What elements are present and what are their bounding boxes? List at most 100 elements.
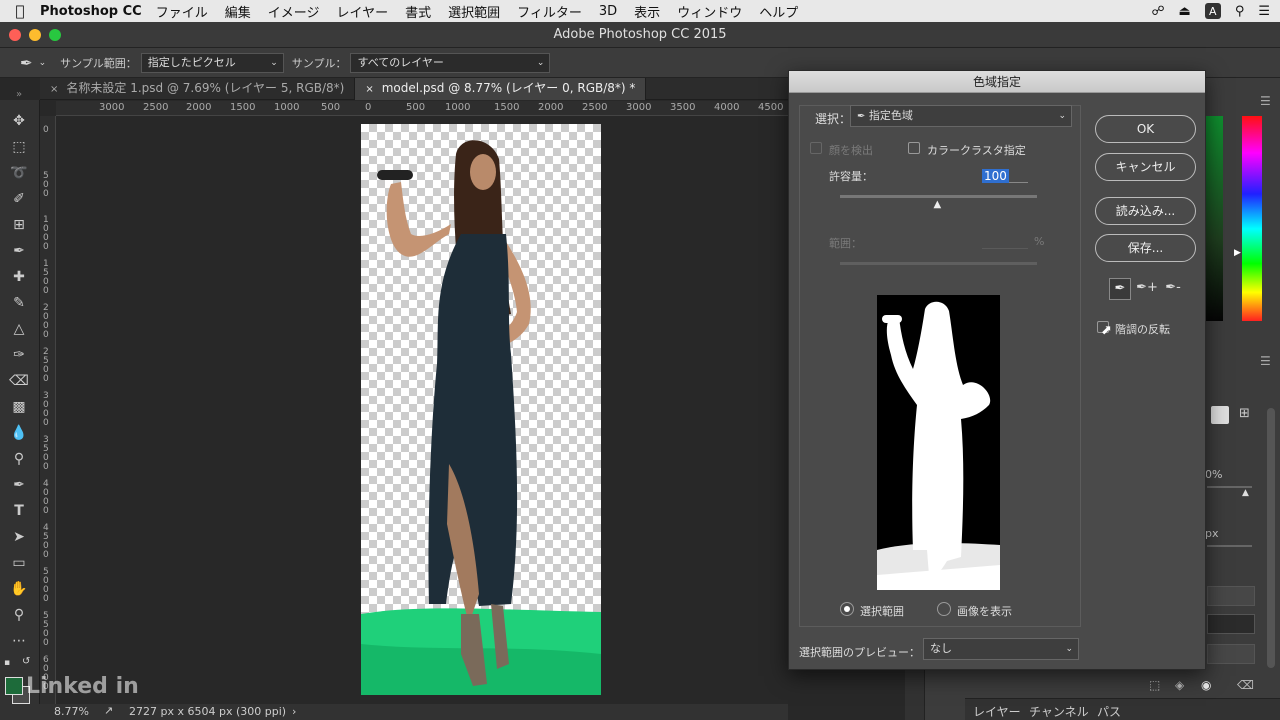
select-dropdown[interactable]: ✒ 指定色域 ⌄	[850, 105, 1072, 127]
default-colors-icon[interactable]: ▪	[4, 658, 10, 668]
panel-button[interactable]	[1207, 586, 1255, 606]
range-input[interactable]	[982, 233, 1028, 249]
history-brush-tool-icon[interactable]: ✑	[8, 345, 30, 365]
select-value: 指定色域	[868, 109, 913, 122]
zoom-tool-icon[interactable]: ⚲	[8, 605, 30, 625]
range-slider[interactable]	[840, 262, 1037, 265]
menu-select[interactable]: 選択範囲	[448, 2, 500, 21]
brush-tool-icon[interactable]: ✎	[8, 293, 30, 313]
cancel-button[interactable]: キャンセル	[1095, 153, 1196, 181]
save-button[interactable]: 保存...	[1095, 234, 1196, 262]
healing-brush-tool-icon[interactable]: ✚	[8, 267, 30, 287]
fuzziness-input[interactable]: 100	[982, 165, 1028, 183]
eraser-tool-icon[interactable]: ⌫	[8, 371, 30, 391]
eyedropper-tool-icon[interactable]: ✒	[20, 54, 33, 72]
radio-selection[interactable]	[840, 602, 854, 616]
pen-tool-icon[interactable]: ✒	[8, 475, 30, 495]
zoom-level[interactable]: 8.77%	[54, 705, 89, 718]
detect-faces-checkbox[interactable]	[810, 142, 822, 154]
status-menu-arrow[interactable]: ›	[292, 705, 296, 718]
sample-select[interactable]: すべてのレイヤー ⌄	[350, 52, 551, 73]
feather-slider[interactable]	[1207, 545, 1252, 547]
dotted-selection-icon[interactable]: ⬚	[1149, 678, 1160, 692]
path-select-tool-icon[interactable]: ➤	[8, 527, 30, 547]
eject-icon[interactable]: ⏏	[1179, 4, 1191, 19]
mask-icon[interactable]	[1211, 406, 1229, 424]
eyedropper-icon[interactable]: ✒	[1109, 278, 1131, 300]
panel-button[interactable]	[1207, 644, 1255, 664]
search-icon[interactable]: ⚲	[1235, 4, 1245, 19]
stamp-tool-icon[interactable]: △	[8, 319, 30, 339]
marquee-tool-icon[interactable]: ⬚	[8, 137, 30, 157]
tab-model[interactable]: × model.psd @ 8.77% (レイヤー 0, RGB/8*) *	[355, 78, 647, 100]
ruler-tick: 500	[406, 102, 426, 113]
gradient-tool-icon[interactable]: ▩	[8, 397, 30, 417]
menu-layer[interactable]: レイヤー	[336, 2, 388, 21]
panel-scrollbar[interactable]	[1267, 408, 1275, 668]
quick-select-tool-icon[interactable]: ✐	[8, 189, 30, 209]
input-source-icon[interactable]: A	[1204, 3, 1221, 19]
slider-handle-icon[interactable]: ▲	[1242, 488, 1249, 498]
color-range-dialog: 色域指定 選択： ✒ 指定色域 ⌄ 顔を検出 カラークラスタ指定 許容量： 100…	[788, 70, 1206, 670]
ruler-tick: 500	[321, 102, 341, 113]
menu-edit[interactable]: 編集	[225, 2, 251, 21]
fuzziness-slider[interactable]	[840, 195, 1037, 198]
panel-menu-icon[interactable]: ☰	[1260, 354, 1271, 368]
collapse-icon[interactable]: »	[8, 84, 30, 104]
menu-type[interactable]: 書式	[405, 2, 431, 21]
localized-clusters-checkbox[interactable]	[908, 142, 920, 154]
menu-help[interactable]: ヘルプ	[759, 2, 798, 21]
document-image[interactable]	[361, 124, 601, 695]
swap-colors-icon[interactable]: ↺	[22, 656, 30, 667]
load-button[interactable]: 読み込み...	[1095, 197, 1196, 225]
ruler-tick: 3 5 0 0	[43, 435, 49, 472]
slider-handle-icon[interactable]: ▶	[1234, 248, 1241, 258]
menu-view[interactable]: 表示	[634, 2, 660, 21]
move-tool-icon[interactable]: ✥	[8, 111, 30, 131]
selection-preview[interactable]	[877, 295, 1000, 590]
menu-3d[interactable]: 3D	[599, 4, 617, 19]
menu-file[interactable]: ファイル	[156, 2, 208, 21]
panel-menu-icon[interactable]: ☰	[1260, 94, 1271, 108]
radio-image[interactable]	[937, 602, 951, 616]
apple-icon[interactable]: 	[0, 2, 40, 20]
eye-icon[interactable]: ◉	[1201, 678, 1211, 692]
creative-cloud-icon[interactable]: ☍	[1151, 4, 1164, 19]
rectangle-tool-icon[interactable]: ▭	[8, 553, 30, 573]
tab-untitled[interactable]: × 名称未設定 1.psd @ 7.69% (レイヤー 5, RGB/8*)	[40, 78, 356, 100]
tab-paths[interactable]: パス	[1097, 703, 1121, 720]
list-icon[interactable]: ☰	[1258, 4, 1270, 19]
more-tools-icon[interactable]: ⋯	[8, 631, 30, 651]
selection-preview-select[interactable]: なし ⌄	[923, 638, 1079, 660]
green-slider-bar[interactable]	[1205, 116, 1223, 321]
eyedropper-plus-icon[interactable]: ✒+	[1136, 278, 1158, 300]
load-selection-icon[interactable]: ◈	[1175, 678, 1184, 692]
vector-mask-icon[interactable]: ⊞	[1239, 406, 1250, 421]
crop-tool-icon[interactable]: ⊞	[8, 215, 30, 235]
close-icon[interactable]: ×	[365, 84, 373, 95]
eyedropper-minus-icon[interactable]: ✒-	[1162, 278, 1184, 300]
hand-tool-icon[interactable]: ✋	[8, 579, 30, 599]
menu-filter[interactable]: フィルター	[517, 2, 582, 21]
ruler-tick: 3500	[670, 102, 696, 113]
sample-range-select[interactable]: 指定したピクセル ⌄	[140, 52, 284, 73]
eyedropper-tool-icon[interactable]: ✒	[8, 241, 30, 261]
panel-button[interactable]	[1207, 614, 1255, 634]
type-tool-icon[interactable]: T	[8, 501, 30, 521]
menu-window[interactable]: ウィンドウ	[677, 2, 742, 21]
menu-image[interactable]: イメージ	[268, 2, 320, 21]
dodge-tool-icon[interactable]: ⚲	[8, 449, 30, 469]
close-icon[interactable]: ×	[50, 84, 58, 95]
tab-channels[interactable]: チャンネル	[1029, 703, 1089, 720]
share-icon[interactable]: ↗	[104, 704, 113, 717]
tab-layers[interactable]: レイヤー	[973, 703, 1021, 720]
foreground-color-swatch[interactable]	[5, 677, 23, 695]
blur-tool-icon[interactable]: 💧	[8, 423, 30, 443]
lasso-tool-icon[interactable]: ➰	[8, 163, 30, 183]
hue-slider-bar[interactable]	[1242, 116, 1262, 321]
trash-icon[interactable]: ⌫	[1237, 678, 1254, 692]
fuzziness-slider-handle[interactable]: ▲	[934, 199, 942, 210]
app-menu[interactable]: Photoshop CC	[40, 4, 142, 19]
ok-button[interactable]: OK	[1095, 115, 1196, 143]
chevron-down-icon[interactable]: ⌄	[39, 58, 47, 68]
